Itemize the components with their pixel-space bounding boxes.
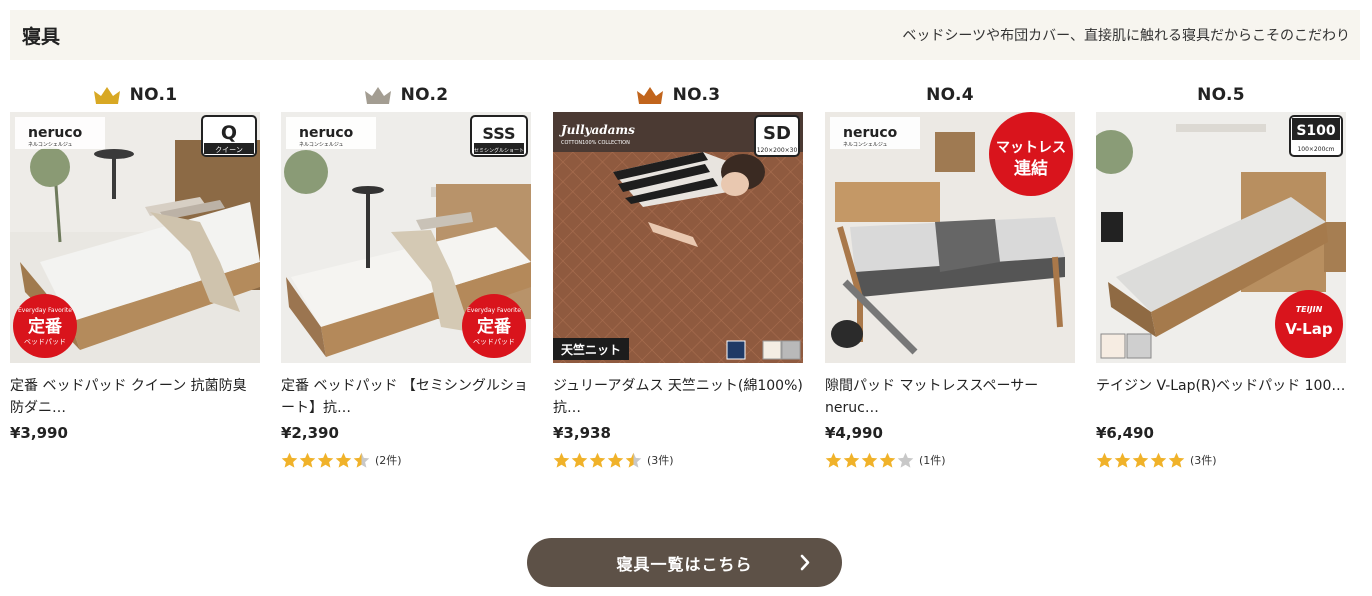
gold-crown-icon [93, 87, 120, 104]
star-full-icon [589, 452, 606, 468]
star-full-icon [1132, 452, 1149, 468]
svg-text:連結: 連結 [1014, 158, 1048, 179]
svg-text:100×200cm: 100×200cm [1297, 146, 1334, 153]
svg-text:neruco: neruco [843, 125, 898, 141]
star-full-icon [825, 452, 842, 468]
section-subtitle: ベッドシーツや布団カバー、直接肌に触れる寝具だからこそのこだわり [902, 28, 1350, 44]
star-full-icon [607, 452, 624, 468]
svg-text:Everyday Favorite: Everyday Favorite [18, 307, 72, 314]
svg-text:SD: SD [763, 123, 791, 144]
ranking-list: NO.1 neruco ネルコンシェルジュ Q クイーン Everyday Fa… [10, 78, 1360, 488]
star-full-icon [1096, 452, 1113, 468]
star-full-icon [571, 452, 588, 468]
star-full-icon [281, 452, 298, 468]
svg-text:120×200×30: 120×200×30 [757, 147, 798, 154]
rank-label: NO.2 [400, 85, 449, 105]
review-count: (2件) [375, 454, 402, 467]
review-count: (3件) [1190, 454, 1217, 467]
silver-crown-icon [364, 87, 391, 104]
view-all-bedding-button[interactable]: 寝具一覧はこちら [527, 538, 842, 587]
review-summary[interactable]: (2件) [281, 449, 531, 471]
star-full-icon [1168, 452, 1185, 468]
rank-heading: NO.2 [281, 78, 531, 112]
product-name[interactable]: ジュリーアダムス 天竺ニット(綿100%) 抗… [553, 375, 803, 419]
product-price: ¥6,490 [1096, 424, 1154, 442]
view-all-label: 寝具一覧はこちら [616, 556, 753, 574]
svg-text:COTTON100% COLLECTION: COTTON100% COLLECTION [561, 140, 630, 146]
svg-text:neruco: neruco [299, 125, 354, 141]
section-title: 寝具 [22, 25, 61, 48]
star-rating [825, 452, 914, 469]
review-summary[interactable]: (3件) [553, 449, 803, 471]
star-full-icon [1150, 452, 1167, 468]
svg-text:マットレス: マットレス [996, 140, 1066, 156]
product-price: ¥4,990 [825, 424, 883, 442]
product-image[interactable]: neruco ネルコンシェルジュ SSS セミシングルショート Everyday… [281, 112, 531, 363]
svg-text:定番: 定番 [28, 316, 63, 337]
product-name[interactable]: 定番 ベッドパッド 【セミシングルショート】抗… [281, 375, 531, 419]
star-empty-icon [897, 452, 914, 468]
svg-text:Everyday Favorite: Everyday Favorite [467, 307, 521, 314]
product-name[interactable]: 隙間パッド マットレススペーサー neruc… [825, 375, 1075, 419]
product-name[interactable]: 定番 ベッドパッド クイーン 抗菌防臭防ダニ… [10, 375, 260, 419]
star-rating [281, 452, 370, 469]
product-name[interactable]: テイジン V-Lap(R)ベッドパッド 100… [1096, 375, 1346, 419]
bronze-crown-icon [636, 87, 663, 104]
rank-heading: NO.4 [825, 78, 1075, 112]
star-half-icon [353, 452, 370, 468]
rank-heading: NO.1 [10, 78, 260, 112]
star-full-icon [335, 452, 352, 468]
svg-text:ベッドパッド: ベッドパッド [24, 338, 66, 346]
svg-text:V-Lap: V-Lap [1285, 320, 1332, 338]
svg-text:ネルコンシェルジュ: ネルコンシェルジュ [299, 142, 344, 148]
star-full-icon [553, 452, 570, 468]
svg-text:Q: Q [221, 122, 237, 144]
product-image[interactable]: Jullyadams COTTON100% COLLECTION SD 120×… [553, 112, 803, 363]
review-count: (3件) [647, 454, 674, 467]
product-price: ¥3,990 [10, 424, 68, 442]
product-card: NO.3 Jullyadams COTTON100% COLLECTION SD… [553, 78, 803, 471]
star-full-icon [1114, 452, 1131, 468]
chevron-right-icon [800, 554, 810, 571]
svg-text:TEIJIN: TEIJIN [1296, 305, 1323, 314]
star-rating [553, 452, 642, 469]
svg-text:ネルコンシェルジュ: ネルコンシェルジュ [28, 142, 73, 148]
rank-label: NO.3 [672, 85, 721, 105]
review-count: (1件) [919, 454, 946, 467]
review-summary[interactable]: (3件) [1096, 449, 1346, 471]
svg-text:Jullyadams: Jullyadams [559, 123, 635, 137]
svg-text:ベッドパッド: ベッドパッド [473, 338, 515, 346]
star-half-icon [625, 452, 642, 468]
product-price: ¥2,390 [281, 424, 339, 442]
rank-label: NO.4 [926, 85, 974, 105]
svg-text:ネルコンシェルジュ: ネルコンシェルジュ [843, 142, 888, 148]
svg-text:S100: S100 [1296, 123, 1336, 139]
product-card: NO.4 neruco ネルコンシェルジュ マットレス 連結 隙間パッド マット… [825, 78, 1075, 471]
product-image[interactable]: neruco ネルコンシェルジュ Q クイーン Everyday Favorit… [10, 112, 260, 363]
rank-heading: NO.5 [1096, 78, 1346, 112]
product-image[interactable]: neruco ネルコンシェルジュ マットレス 連結 [825, 112, 1075, 363]
svg-text:SSS: SSS [482, 124, 515, 143]
svg-text:クイーン: クイーン [215, 146, 243, 154]
svg-text:neruco: neruco [28, 125, 83, 141]
svg-text:天竺ニット: 天竺ニット [561, 342, 621, 357]
star-full-icon [317, 452, 334, 468]
section-header: 寝具 ベッドシーツや布団カバー、直接肌に触れる寝具だからこそのこだわり [10, 10, 1360, 60]
product-card: NO.5 S100 100×200cm TEIJIN V-Lap テイジン V-… [1096, 78, 1346, 471]
product-card: NO.2 neruco ネルコンシェルジュ SSS セミシングルショート Eve… [281, 78, 531, 471]
rank-label: NO.1 [129, 85, 178, 105]
product-card: NO.1 neruco ネルコンシェルジュ Q クイーン Everyday Fa… [10, 78, 260, 445]
svg-text:セミシングルショート: セミシングルショート [474, 147, 524, 154]
product-price: ¥3,938 [553, 424, 611, 442]
svg-text:定番: 定番 [477, 316, 512, 337]
rank-heading: NO.3 [553, 78, 803, 112]
review-summary[interactable]: (1件) [825, 449, 1075, 471]
star-full-icon [299, 452, 316, 468]
star-full-icon [861, 452, 878, 468]
star-full-icon [879, 452, 896, 468]
rank-label: NO.5 [1197, 85, 1245, 105]
product-image[interactable]: S100 100×200cm TEIJIN V-Lap [1096, 112, 1346, 363]
star-rating [1096, 452, 1185, 469]
star-full-icon [843, 452, 860, 468]
